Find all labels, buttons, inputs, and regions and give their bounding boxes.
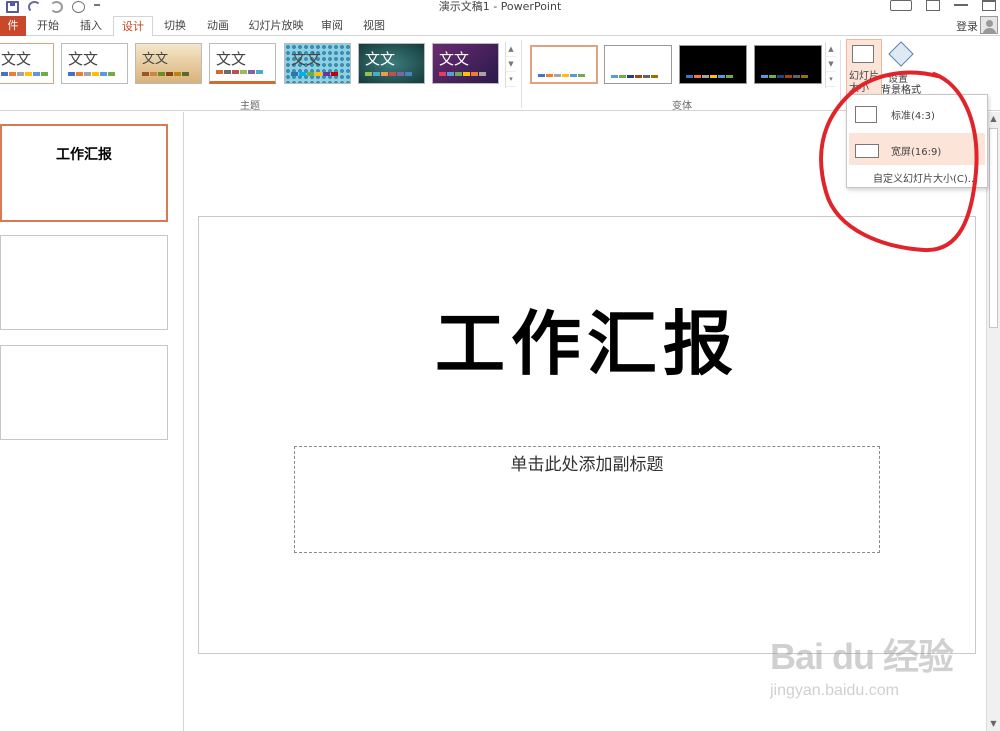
scroll-down-icon[interactable]: ▼ [506,57,516,72]
variant-thumbnail[interactable] [530,45,598,84]
help-icon[interactable] [890,0,912,11]
themes-group-label: 主题 [240,101,260,112]
window-title: 演示文稿1 - PowerPoint [438,0,562,13]
scroll-down-arrow-icon[interactable]: ▼ [987,717,1000,731]
standard-slide-icon [855,106,877,123]
variant-thumbnail[interactable] [679,45,747,84]
minimize-icon[interactable] [954,0,968,6]
tab-home[interactable]: 开始 [30,16,66,36]
slide-thumbnail-2[interactable] [0,235,168,330]
scroll-down-icon[interactable]: ▼ [826,57,836,72]
variant-thumbnail[interactable] [604,45,672,84]
slide-canvas[interactable]: 工作汇报 单击此处添加副标题 [198,216,976,654]
vertical-scrollbar[interactable]: ▲ ▼ [986,112,1000,731]
title-bar: 演示文稿1 - PowerPoint [0,0,1000,16]
tab-animations[interactable]: 动画 [200,16,236,36]
slide-size-icon [852,45,874,63]
custom-slide-size-option[interactable]: 自定义幻灯片大小(C)... [873,170,977,185]
slide-title[interactable]: 工作汇报 [199,299,975,389]
theme-thumbnail[interactable]: 文文 [135,43,202,84]
more-variants-icon[interactable]: ▾ [826,72,836,87]
theme-thumbnail[interactable]: 文文 [284,43,351,84]
thumbnail-title: 工作汇报 [56,147,112,163]
variants-group-label: 变体 [672,101,692,112]
variants-gallery-scroll[interactable]: ▲ ▼ ▾ [825,42,836,88]
theme-thumbnail[interactable]: 文文 [209,43,276,84]
subtitle-placeholder-text: 单击此处添加副标题 [510,455,664,475]
tab-view[interactable]: 视图 [356,16,392,36]
widescreen-size-label: 宽屏(16:9) [891,147,942,158]
restore-icon[interactable] [982,0,996,11]
ribbon-tab-bar: 件 开始 插入 设计 切换 动画 幻灯片放映 审阅 视图 登录 [0,16,1000,37]
themes-gallery-scroll[interactable]: ▲ ▼ ▾ [505,42,516,88]
avatar[interactable] [980,16,998,34]
tab-insert[interactable]: 插入 [73,16,109,36]
standard-size-label: 标准(4:3) [891,111,935,122]
tab-transitions[interactable]: 切换 [157,16,193,36]
slide-size-button[interactable]: 幻灯片 大小 [846,39,882,97]
scroll-up-icon[interactable]: ▲ [506,42,516,57]
scrollbar-thumb[interactable] [989,128,998,328]
tab-review[interactable]: 审阅 [314,16,350,36]
ribbon-display-options-icon[interactable] [926,0,940,11]
scroll-up-icon[interactable]: ▲ [826,42,836,57]
tab-design[interactable]: 设计 [113,16,153,37]
slide-size-label-line2: 大小 [849,83,869,94]
sign-in-link[interactable]: 登录 [956,18,978,34]
slide-editing-area: 工作汇报 单击此处添加副标题 [185,112,986,731]
slide-thumbnail-pane: 工作汇报 [0,112,184,731]
slide-thumbnail-1[interactable]: 工作汇报 [0,124,168,222]
slide-thumbnail-3[interactable] [0,345,168,440]
subtitle-placeholder-box[interactable]: 单击此处添加副标题 [294,446,880,553]
slide-size-dropdown: 标准(4:3) 宽屏(16:9) 自定义幻灯片大小(C)... [846,94,988,188]
theme-thumbnail[interactable]: 文文 [432,43,499,84]
window-controls [890,0,996,11]
tab-slideshow[interactable]: 幻灯片放映 [244,16,308,36]
tab-file[interactable]: 件 [0,16,26,36]
slide-size-label-line1: 幻灯片 [849,71,879,82]
paint-bucket-icon [888,41,914,67]
widescreen-size-option[interactable]: 宽屏(16:9) [849,133,985,165]
standard-size-option[interactable]: 标准(4:3) [849,97,985,129]
scroll-up-arrow-icon[interactable]: ▲ [987,112,1000,126]
variant-thumbnail[interactable] [754,45,822,84]
group-divider [521,40,522,108]
theme-thumbnail[interactable]: 文文 [61,43,128,84]
theme-thumbnail[interactable]: 文文 [358,43,425,84]
more-themes-icon[interactable]: ▾ [506,72,516,87]
theme-thumbnail[interactable]: 文文 [0,43,54,84]
widescreen-slide-icon [855,144,879,158]
group-divider [840,40,841,108]
